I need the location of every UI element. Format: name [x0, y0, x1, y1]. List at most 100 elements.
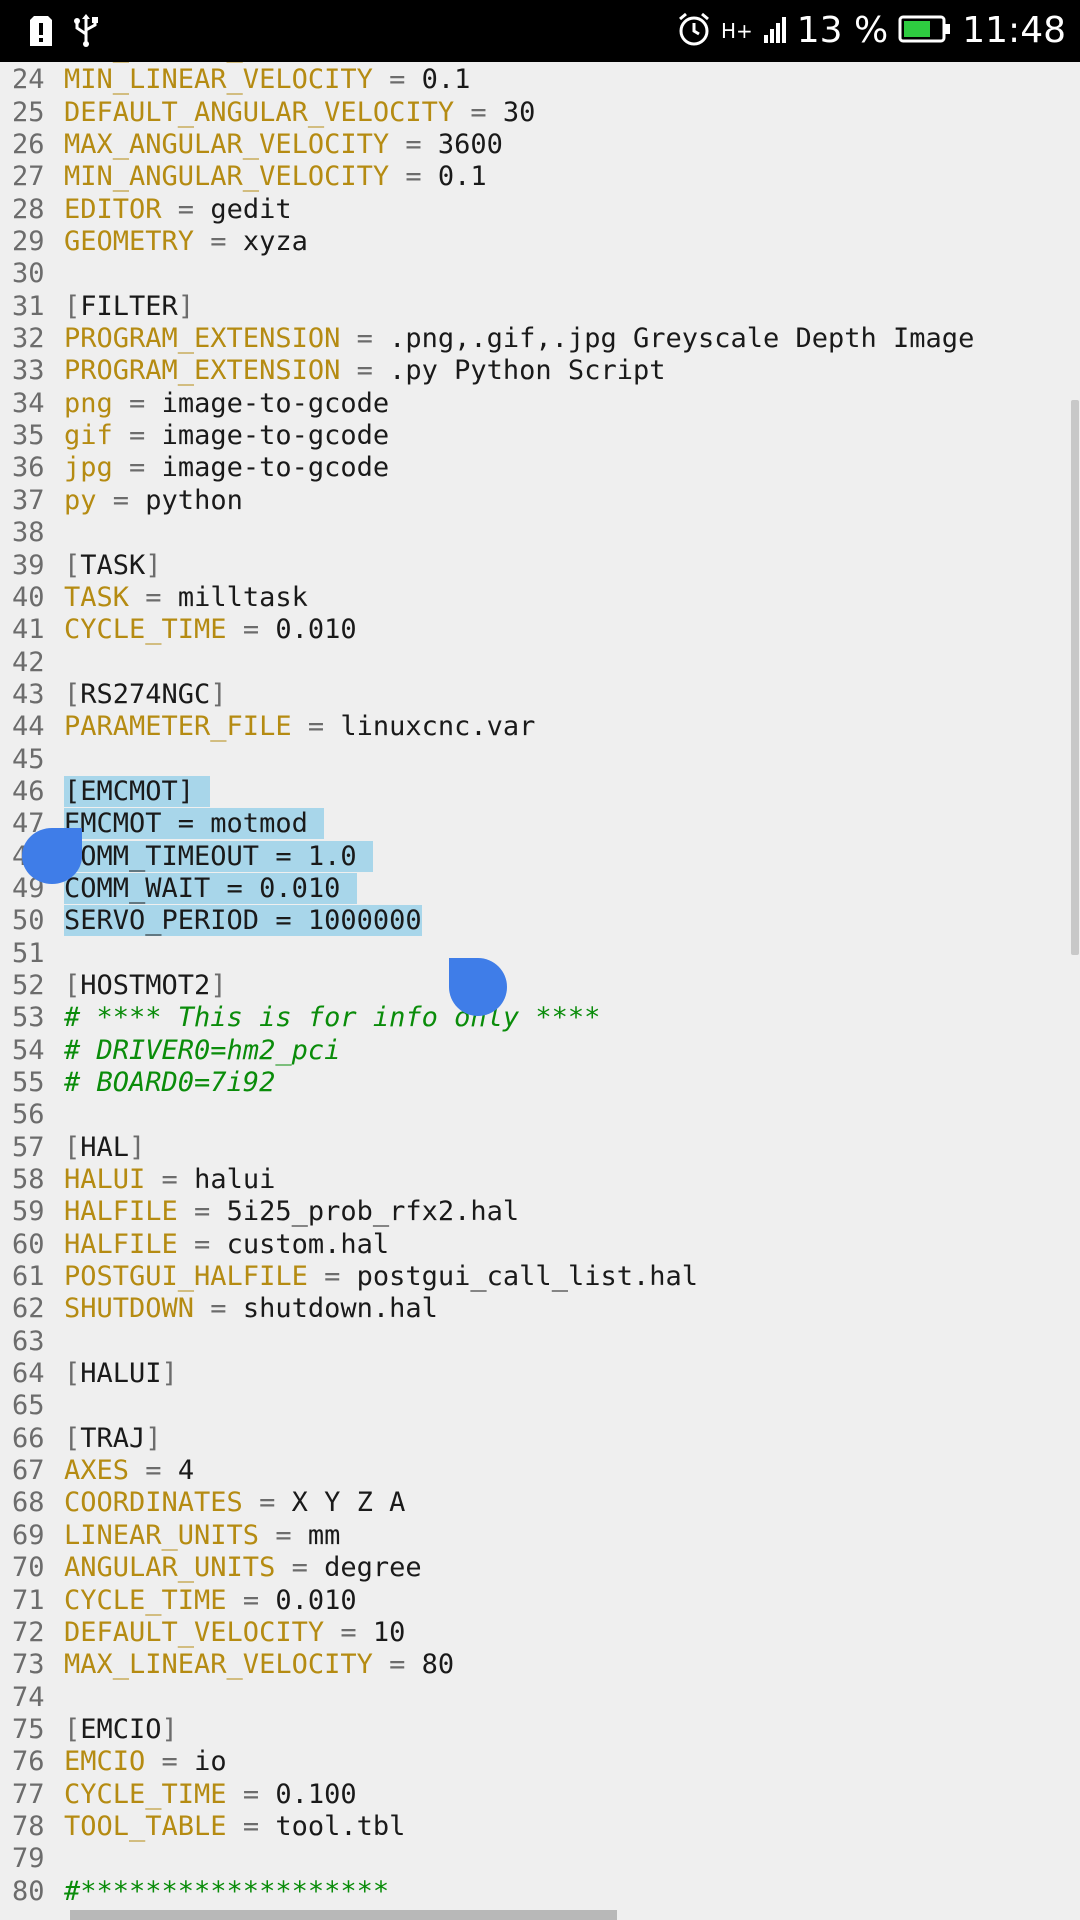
code-line[interactable]: 48COMM_TIMEOUT = 1.0: [0, 840, 1080, 873]
code-line[interactable]: 33 PROGRAM_EXTENSION = .py Python Script: [0, 355, 1080, 387]
vertical-scrollbar[interactable]: [1071, 400, 1079, 955]
code-line[interactable]: 58 HALUI = halui: [0, 1164, 1080, 1196]
code-line[interactable]: 54 # DRIVER0=hm2_pci: [0, 1035, 1080, 1067]
code-line[interactable]: 28 EDITOR = gedit: [0, 194, 1080, 226]
config-key: CYCLE_TIME: [64, 1584, 227, 1616]
code-line[interactable]: 43 [RS274NGC]: [0, 679, 1080, 711]
bracket-open: [: [64, 1713, 81, 1745]
code-line[interactable]: 73 MAX_LINEAR_VELOCITY = 80: [0, 1649, 1080, 1681]
status-left: [28, 14, 100, 52]
code-line[interactable]: 60 HALFILE = custom.hal: [0, 1229, 1080, 1261]
code-line[interactable]: 69 LINEAR_UNITS = mm: [0, 1520, 1080, 1552]
code-line[interactable]: 34 png = image-to-gcode: [0, 388, 1080, 420]
code-line[interactable]: 32 PROGRAM_EXTENSION = .png,.gif,.jpg Gre…: [0, 323, 1080, 355]
code-line[interactable]: 36 jpg = image-to-gcode: [0, 452, 1080, 484]
config-value: shutdown.hal: [242, 1293, 438, 1325]
code-line[interactable]: 44 PARAMETER_FILE = linuxcnc.var: [0, 711, 1080, 743]
line-content: [EMCIO]: [64, 1714, 178, 1745]
line-number: 62: [12, 1293, 45, 1325]
equals-sign: =: [226, 614, 276, 646]
config-value: xyza: [242, 226, 308, 258]
text-editor[interactable]: 23MAX_LINEAR_VELOCITY = 8024MIN_LINEAR_V…: [0, 62, 1080, 1920]
code-line[interactable]: 68 COORDINATES = X Y Z A: [0, 1487, 1080, 1519]
code-line[interactable]: 70 ANGULAR_UNITS = degree: [0, 1552, 1080, 1584]
code-line[interactable]: 64 [HALUI]: [0, 1358, 1080, 1390]
code-line[interactable]: 38: [0, 517, 1080, 549]
code-line[interactable]: 50 SERVO_PERIOD = 1000000: [0, 905, 1080, 937]
selection-end-handle[interactable]: [449, 958, 507, 1016]
code-line[interactable]: 40 TASK = milltask: [0, 582, 1080, 614]
code-line[interactable]: 53 # **** This is for info only ****: [0, 1002, 1080, 1034]
code-line[interactable]: 55 # BOARD0=7i92: [0, 1067, 1080, 1099]
code-line[interactable]: 74: [0, 1682, 1080, 1714]
line-number: 71: [12, 1584, 45, 1616]
code-line[interactable]: 67 AXES = 4: [0, 1455, 1080, 1487]
config-key: MAX_ANGULAR_VELOCITY: [64, 129, 390, 161]
code-line[interactable]: 76 EMCIO = io: [0, 1746, 1080, 1778]
code-line[interactable]: 41 CYCLE_TIME = 0.010: [0, 614, 1080, 646]
horizontal-scrollbar[interactable]: [70, 1910, 617, 1920]
code-line[interactable]: 62 SHUTDOWN = shutdown.hal: [0, 1293, 1080, 1325]
config-value: custom.hal: [226, 1228, 390, 1260]
selected-text: COMM_WAIT = 0.010: [64, 872, 357, 904]
code-line[interactable]: 24 MIN_LINEAR_VELOCITY = 0.1: [0, 64, 1080, 96]
code-line[interactable]: 31 [FILTER]: [0, 291, 1080, 323]
bracket-close: ]: [177, 290, 195, 322]
config-value: io: [194, 1746, 227, 1778]
selection-start-handle[interactable]: [22, 828, 82, 884]
config-value: linuxcnc.var: [340, 711, 536, 743]
config-value: 0.010: [275, 1584, 357, 1616]
code-line[interactable]: 26 MAX_ANGULAR_VELOCITY = 3600: [0, 129, 1080, 161]
code-line[interactable]: 80 #*******************: [0, 1876, 1080, 1908]
code-line[interactable]: 51: [0, 938, 1080, 970]
code-line[interactable]: 25 DEFAULT_ANGULAR_VELOCITY = 30: [0, 97, 1080, 129]
code-line[interactable]: 29 GEOMETRY = xyza: [0, 226, 1080, 258]
code-line[interactable]: 78 TOOL_TABLE = tool.tbl: [0, 1811, 1080, 1843]
line-content: MIN_ANGULAR_VELOCITY = 0.1: [64, 161, 487, 192]
code-line[interactable]: 46 [EMCMOT]: [0, 775, 1080, 808]
code-line[interactable]: 30: [0, 258, 1080, 290]
code-line[interactable]: 79: [0, 1843, 1080, 1875]
code-line[interactable]: 72 DEFAULT_VELOCITY = 10: [0, 1617, 1080, 1649]
config-key: EDITOR: [64, 193, 162, 225]
config-key: py: [64, 484, 97, 516]
code-line[interactable]: 66 [TRAJ]: [0, 1423, 1080, 1455]
config-key: LINEAR_UNITS: [64, 1519, 260, 1551]
code-line[interactable]: 39 [TASK]: [0, 550, 1080, 582]
line-number: 60: [12, 1228, 45, 1260]
code-line[interactable]: 71 CYCLE_TIME = 0.010: [0, 1585, 1080, 1617]
code-line[interactable]: 37 py = python: [0, 485, 1080, 517]
code-line[interactable]: 52 [HOSTMOT2]: [0, 970, 1080, 1002]
code-line[interactable]: 61 POSTGUI_HALFILE = postgui_call_list.ha…: [0, 1261, 1080, 1293]
code-line[interactable]: 42: [0, 647, 1080, 679]
line-content: # BOARD0=7i92: [64, 1067, 275, 1098]
line-content: [HAL]: [64, 1132, 145, 1163]
code-line[interactable]: 35 gif = image-to-gcode: [0, 420, 1080, 452]
config-key: POSTGUI_HALFILE: [64, 1261, 308, 1293]
line-content: PROGRAM_EXTENSION = .py Python Script: [64, 355, 665, 386]
code-line[interactable]: 45: [0, 744, 1080, 776]
line-number: 27: [12, 161, 45, 193]
config-key: AXES: [64, 1455, 130, 1487]
code-line[interactable]: 65: [0, 1390, 1080, 1422]
code-line[interactable]: 77 CYCLE_TIME = 0.100: [0, 1779, 1080, 1811]
code-line[interactable]: 63: [0, 1326, 1080, 1358]
alarm-icon: [677, 11, 711, 51]
code-line[interactable]: 49 COMM_WAIT = 0.010: [0, 872, 1080, 905]
code-line[interactable]: 56: [0, 1099, 1080, 1131]
code-line[interactable]: 57 [HAL]: [0, 1132, 1080, 1164]
code-line[interactable]: 59 HALFILE = 5i25_prob_rfx2.hal: [0, 1196, 1080, 1228]
code-line[interactable]: 27 MIN_ANGULAR_VELOCITY = 0.1: [0, 161, 1080, 193]
config-value: python: [145, 484, 243, 516]
config-value: image-to-gcode: [161, 420, 390, 452]
code-line[interactable]: 47 EMCMOT = motmod: [0, 808, 1080, 840]
line-number: 45: [12, 743, 45, 775]
config-value: halui: [194, 1164, 276, 1196]
bracket-close: ]: [145, 549, 162, 581]
line-number: 78: [12, 1810, 45, 1842]
bracket-open: [: [64, 678, 81, 710]
line-content: [TASK]: [64, 550, 162, 581]
line-content: HALUI = halui: [64, 1164, 275, 1195]
code-line[interactable]: 75 [EMCIO]: [0, 1714, 1080, 1746]
clock: 11:48: [962, 10, 1066, 51]
